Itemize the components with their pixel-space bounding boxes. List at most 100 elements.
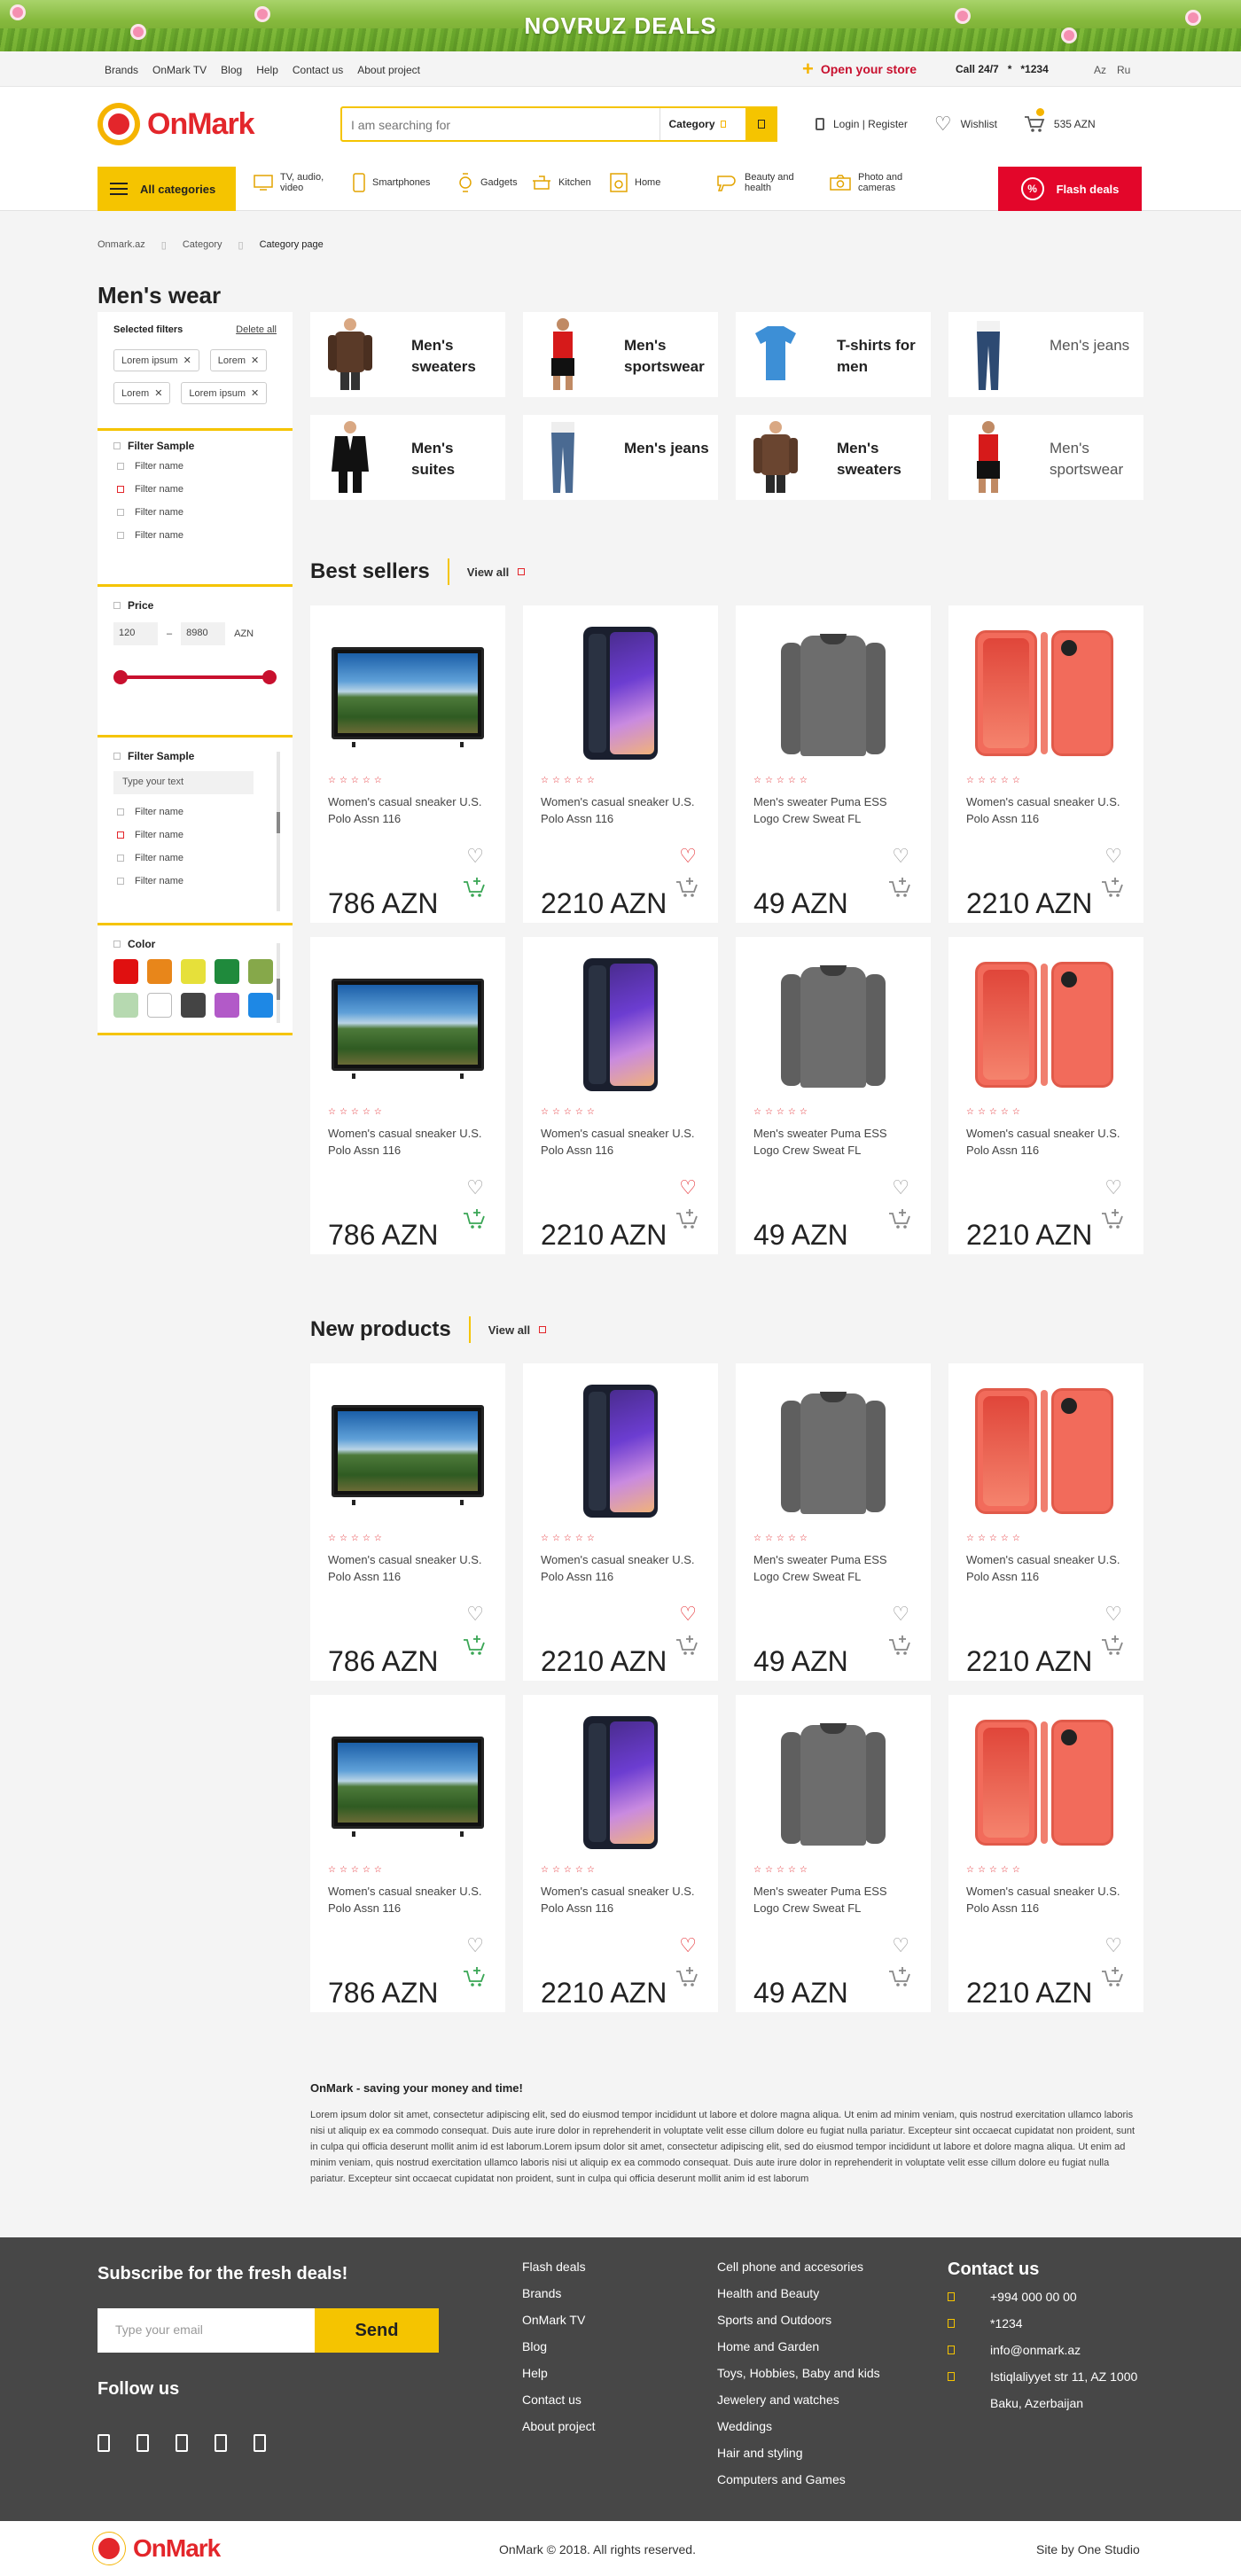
checkbox-icon[interactable]: [117, 808, 124, 816]
price-slider[interactable]: [113, 668, 277, 686]
price-max-input[interactable]: 8980: [181, 622, 226, 645]
new-products-view-all[interactable]: View all: [488, 1323, 547, 1337]
filter-tag[interactable]: Lorem ✕: [113, 382, 171, 404]
filter-text-input[interactable]: Type your text: [113, 771, 254, 794]
color-swatch[interactable]: [215, 959, 239, 984]
close-icon[interactable]: ✕: [251, 355, 259, 366]
checkbox-icon[interactable]: [117, 831, 124, 839]
footer-link[interactable]: Sports and Outdoors: [717, 2307, 880, 2333]
color-swatch[interactable]: [215, 993, 239, 1018]
lang-az[interactable]: Az: [1094, 64, 1106, 76]
close-icon[interactable]: ✕: [154, 387, 162, 399]
add-to-cart-icon[interactable]: [1101, 1208, 1126, 1229]
category-link-5[interactable]: Beauty and health: [716, 172, 812, 193]
filter-checkbox[interactable]: Filter name: [117, 507, 277, 518]
product-card[interactable]: ☆☆☆☆☆ Women's casual sneaker U.S. Polo As…: [523, 605, 718, 923]
product-card[interactable]: ☆☆☆☆☆ Women's casual sneaker U.S. Polo As…: [948, 605, 1143, 923]
category-card[interactable]: Men's sportswear: [948, 415, 1143, 500]
add-to-cart-icon[interactable]: [675, 1208, 700, 1229]
wishlist-heart-icon[interactable]: ♡: [892, 847, 909, 866]
wishlist-heart-icon[interactable]: ♡: [1104, 1936, 1122, 1955]
promo-banner[interactable]: NOVRUZ DEALS: [0, 0, 1241, 51]
scrollbar[interactable]: [277, 943, 280, 1023]
product-card[interactable]: ☆☆☆☆☆ Women's casual sneaker U.S. Polo As…: [523, 937, 718, 1254]
wishlist-link[interactable]: ♡ Wishlist: [934, 114, 997, 134]
close-icon[interactable]: ✕: [183, 355, 191, 366]
breadcrumb-item[interactable]: Category: [183, 239, 222, 251]
color-swatch[interactable]: [181, 959, 206, 984]
wishlist-heart-icon[interactable]: ♡: [892, 1604, 909, 1624]
filter-checkbox[interactable]: Filter name: [117, 807, 277, 817]
footer-link[interactable]: Help: [522, 2360, 596, 2386]
checkbox-icon[interactable]: [117, 463, 124, 470]
category-card[interactable]: Men's jeans: [523, 415, 718, 500]
checkbox-icon[interactable]: [117, 855, 124, 862]
wishlist-heart-icon[interactable]: ♡: [466, 847, 484, 866]
product-card[interactable]: ☆☆☆☆☆ Women's casual sneaker U.S. Polo As…: [948, 1363, 1143, 1681]
product-card[interactable]: ☆☆☆☆☆ Men's sweater Puma ESS Logo Crew Sw…: [736, 1695, 931, 2012]
facebook-icon[interactable]: [98, 2434, 110, 2452]
site-by[interactable]: Site by One Studio: [1036, 2542, 1140, 2556]
product-card[interactable]: ☆☆☆☆☆ Men's sweater Puma ESS Logo Crew Sw…: [736, 937, 931, 1254]
category-card[interactable]: Men's sweaters: [310, 312, 505, 397]
add-to-cart-icon[interactable]: [1101, 877, 1126, 898]
filter-tag[interactable]: Lorem ipsum ✕: [181, 382, 268, 404]
close-icon[interactable]: ✕: [251, 387, 259, 399]
category-card[interactable]: Men's jeans: [948, 312, 1143, 397]
footer-link[interactable]: Hair and styling: [717, 2439, 880, 2466]
color-swatch[interactable]: [147, 993, 172, 1018]
add-to-cart-icon[interactable]: [675, 877, 700, 898]
best-sellers-view-all[interactable]: View all: [467, 566, 526, 579]
footer-link[interactable]: Weddings: [717, 2413, 880, 2439]
product-card[interactable]: ☆☆☆☆☆ Women's casual sneaker U.S. Polo As…: [948, 937, 1143, 1254]
breadcrumb-item[interactable]: Onmark.az: [98, 239, 145, 251]
category-card[interactable]: Men's sportswear: [523, 312, 718, 397]
top-link-brands[interactable]: Brands: [105, 64, 138, 76]
linkedin-icon[interactable]: [254, 2434, 266, 2452]
open-store-link[interactable]: + Open your store: [802, 59, 917, 79]
add-to-cart-icon[interactable]: [888, 1208, 913, 1229]
contact-email[interactable]: info@onmark.az: [990, 2337, 1081, 2363]
filter-tag[interactable]: Lorem ipsum ✕: [113, 349, 199, 371]
collapse-icon[interactable]: [113, 753, 121, 760]
footer-link[interactable]: Computers and Games: [717, 2466, 880, 2493]
scrollbar[interactable]: [277, 752, 280, 911]
category-card[interactable]: T-shirts for men: [736, 312, 931, 397]
color-swatch[interactable]: [248, 993, 273, 1018]
footer-link[interactable]: Cell phone and accesories: [717, 2253, 880, 2280]
add-to-cart-icon[interactable]: [888, 1635, 913, 1656]
wishlist-heart-icon[interactable]: ♡: [679, 1178, 697, 1198]
instagram-icon[interactable]: [137, 2434, 149, 2452]
wishlist-heart-icon[interactable]: ♡: [466, 1936, 484, 1955]
add-to-cart-icon[interactable]: [1101, 1635, 1126, 1656]
footer-link[interactable]: Blog: [522, 2333, 596, 2360]
search-button[interactable]: [745, 106, 777, 142]
wishlist-heart-icon[interactable]: ♡: [1104, 1178, 1122, 1198]
add-to-cart-icon[interactable]: [888, 1966, 913, 1987]
wishlist-heart-icon[interactable]: ♡: [1104, 847, 1122, 866]
add-to-cart-icon[interactable]: [888, 877, 913, 898]
product-card[interactable]: ☆☆☆☆☆ Women's casual sneaker U.S. Polo As…: [948, 1695, 1143, 2012]
category-link-0[interactable]: TV, audio, video: [254, 172, 335, 193]
top-link-help[interactable]: Help: [256, 64, 278, 76]
product-card[interactable]: ☆☆☆☆☆ Women's casual sneaker U.S. Polo As…: [310, 605, 505, 923]
filter-tag[interactable]: Lorem ✕: [209, 349, 268, 371]
collapse-icon[interactable]: [113, 442, 121, 449]
logo[interactable]: OnMark: [98, 103, 255, 145]
footer-link[interactable]: Brands: [522, 2280, 596, 2307]
send-button[interactable]: Send: [315, 2308, 439, 2353]
category-link-6[interactable]: Photo and cameras: [830, 172, 934, 193]
product-card[interactable]: ☆☆☆☆☆ Women's casual sneaker U.S. Polo As…: [310, 937, 505, 1254]
category-link-3[interactable]: Kitchen: [532, 172, 592, 193]
footer-link[interactable]: Contact us: [522, 2386, 596, 2413]
footer-link[interactable]: Home and Garden: [717, 2333, 880, 2360]
filter-checkbox[interactable]: Filter name: [117, 461, 277, 472]
filter-checkbox[interactable]: Filter name: [117, 830, 277, 840]
wishlist-heart-icon[interactable]: ♡: [679, 1604, 697, 1624]
top-link-blog[interactable]: Blog: [221, 64, 242, 76]
twitter-icon[interactable]: [176, 2434, 188, 2452]
footer-link[interactable]: Jewelery and watches: [717, 2386, 880, 2413]
add-to-cart-icon[interactable]: [1101, 1966, 1126, 1987]
collapse-icon[interactable]: [113, 602, 121, 609]
product-card[interactable]: ☆☆☆☆☆ Women's casual sneaker U.S. Polo As…: [523, 1695, 718, 2012]
